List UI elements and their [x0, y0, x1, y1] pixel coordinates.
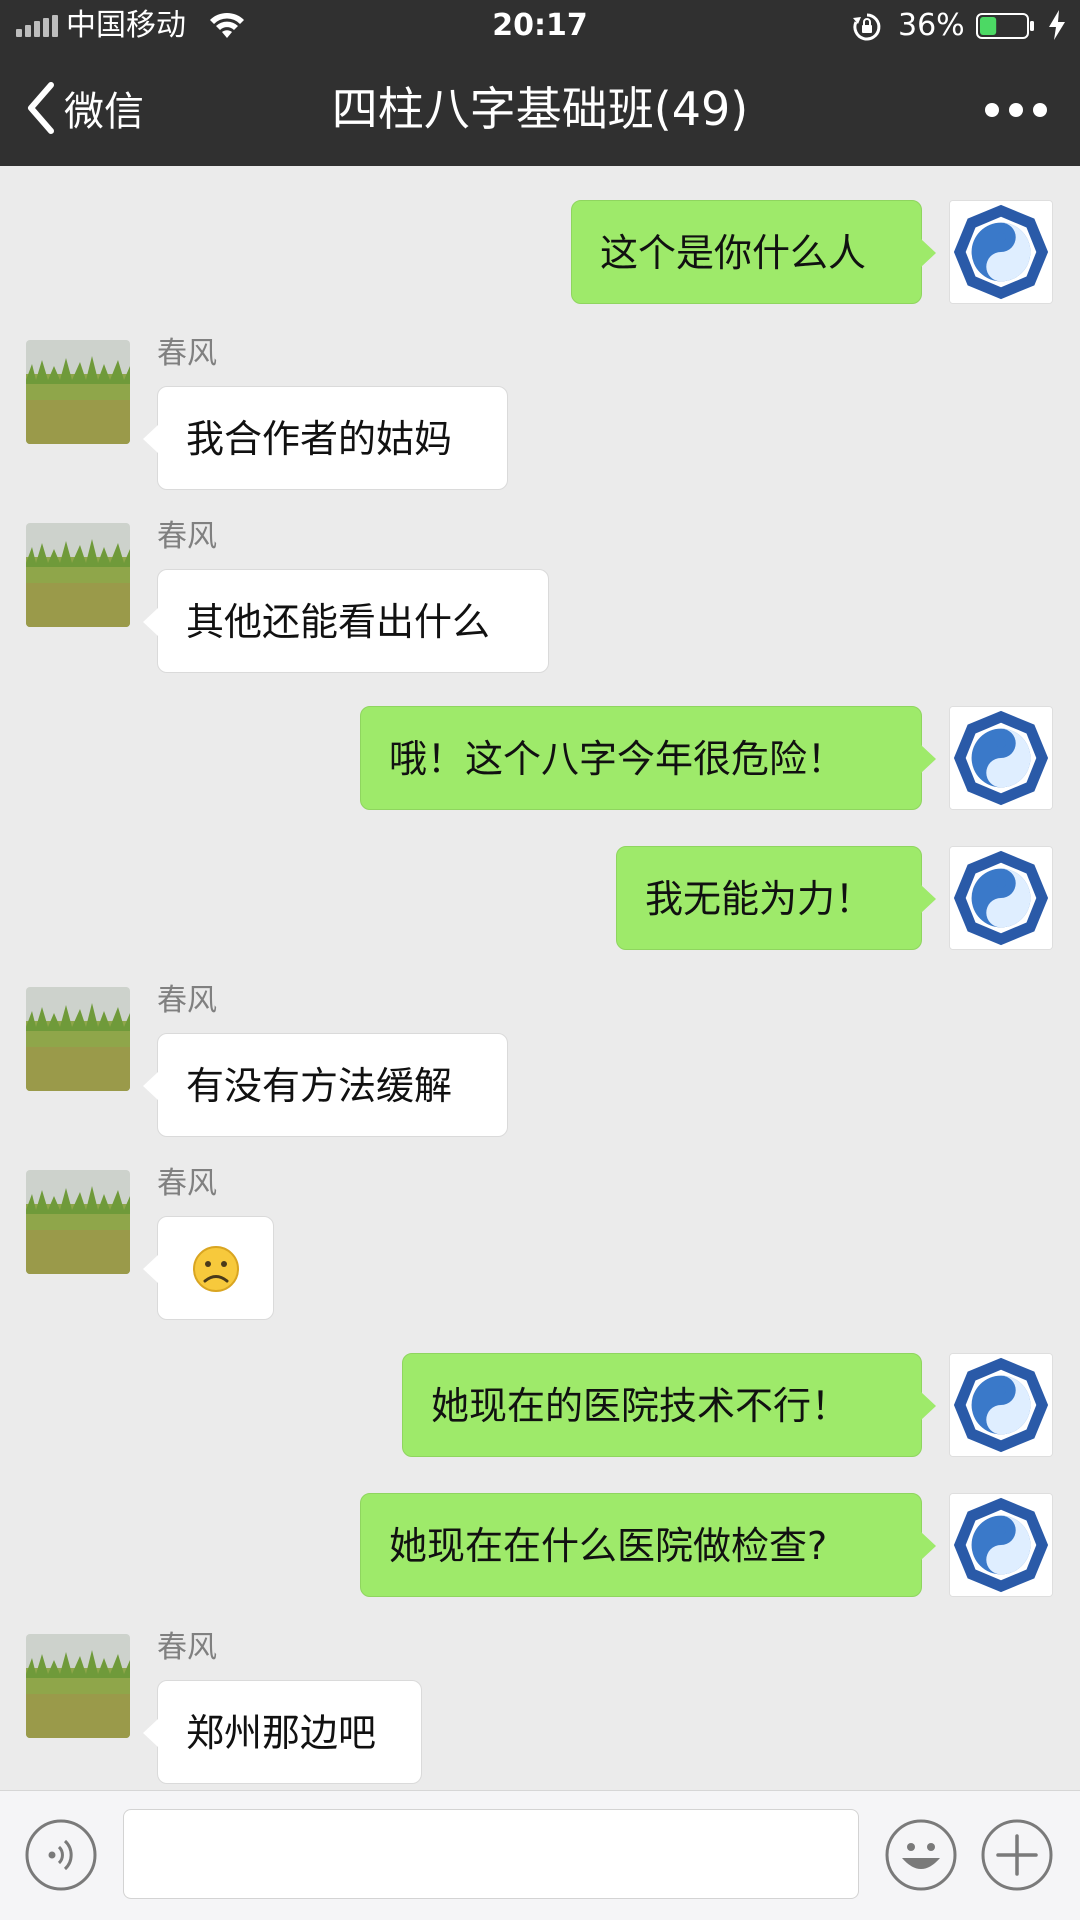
sender-name: 春风 — [157, 519, 217, 554]
input-bar — [0, 1790, 1080, 1920]
message-bubble[interactable]: 郑州那边吧 — [143, 1680, 422, 1784]
sender-name: 春风 — [157, 336, 217, 371]
sender-name: 春风 — [157, 1166, 217, 1201]
message-bubble[interactable]: 她现在的医院技术不行！ — [402, 1353, 936, 1457]
grass-avatar-image — [26, 523, 130, 627]
message-input[interactable] — [123, 1809, 859, 1899]
back-button[interactable]: 微信 — [24, 78, 144, 138]
user-avatar-chunfeng[interactable] — [26, 1170, 130, 1274]
grass-avatar-image — [26, 340, 130, 444]
bagua-avatar-image — [950, 201, 1052, 303]
charging-icon — [1049, 10, 1065, 40]
rotation-lock-icon — [853, 13, 881, 41]
grass-avatar-image — [26, 987, 130, 1091]
bagua-avatar-image — [950, 707, 1052, 809]
emoji-icon[interactable] — [884, 1818, 958, 1892]
status-bar: 中国移动 20:17 36% — [0, 0, 1080, 54]
nav-bar: 微信 四柱八字基础班(49) — [0, 54, 1080, 166]
chevron-left-icon — [28, 82, 54, 134]
back-label: 微信 — [64, 89, 144, 135]
message-bubble[interactable]: 这个是你什么人 — [571, 200, 936, 304]
grass-avatar-image — [26, 1634, 130, 1738]
my-avatar[interactable] — [949, 1493, 1053, 1597]
message-bubble[interactable]: 有没有方法缓解 — [143, 1033, 508, 1137]
my-avatar[interactable] — [949, 200, 1053, 304]
grass-avatar-image — [26, 1170, 130, 1274]
bagua-avatar-image — [950, 1494, 1052, 1596]
battery-icon — [976, 13, 1034, 39]
sender-name: 春风 — [157, 983, 217, 1018]
bagua-avatar-image — [950, 1354, 1052, 1456]
message-bubble[interactable]: 其他还能看出什么 — [143, 569, 549, 673]
sender-name: 春风 — [157, 1630, 217, 1665]
user-avatar-chunfeng[interactable] — [26, 1634, 130, 1738]
user-avatar-chunfeng[interactable] — [26, 523, 130, 627]
bagua-avatar-image — [950, 847, 1052, 949]
message-bubble[interactable] — [143, 1216, 274, 1320]
message-bubble[interactable]: 我无能为力！ — [616, 846, 936, 950]
battery-percent: 36% — [898, 8, 965, 43]
message-bubble[interactable]: 哦！这个八字今年很危险！ — [360, 706, 936, 810]
user-avatar-chunfeng[interactable] — [26, 340, 130, 444]
message-bubble[interactable]: 她现在在什么医院做检查? — [360, 1493, 936, 1597]
my-avatar[interactable] — [949, 1353, 1053, 1457]
plus-icon[interactable] — [980, 1818, 1054, 1892]
my-avatar[interactable] — [949, 706, 1053, 810]
frowning-face-emoji — [193, 1246, 239, 1292]
more-dots-icon[interactable] — [980, 92, 1052, 128]
header: 中国移动 20:17 36% 微信 四柱八字基础班(49) — [0, 0, 1080, 166]
chat-title: 四柱八字基础班(49) — [331, 82, 749, 136]
battery-fill — [980, 17, 997, 35]
message-bubble[interactable]: 我合作者的姑妈 — [143, 386, 508, 490]
chat-area[interactable]: 这个是你什么人 春风 我合作者的姑妈 春风 其他还能看出什么 哦！这个八字今年很… — [0, 166, 1080, 1790]
user-avatar-chunfeng[interactable] — [26, 987, 130, 1091]
voice-icon[interactable] — [24, 1818, 98, 1892]
my-avatar[interactable] — [949, 846, 1053, 950]
